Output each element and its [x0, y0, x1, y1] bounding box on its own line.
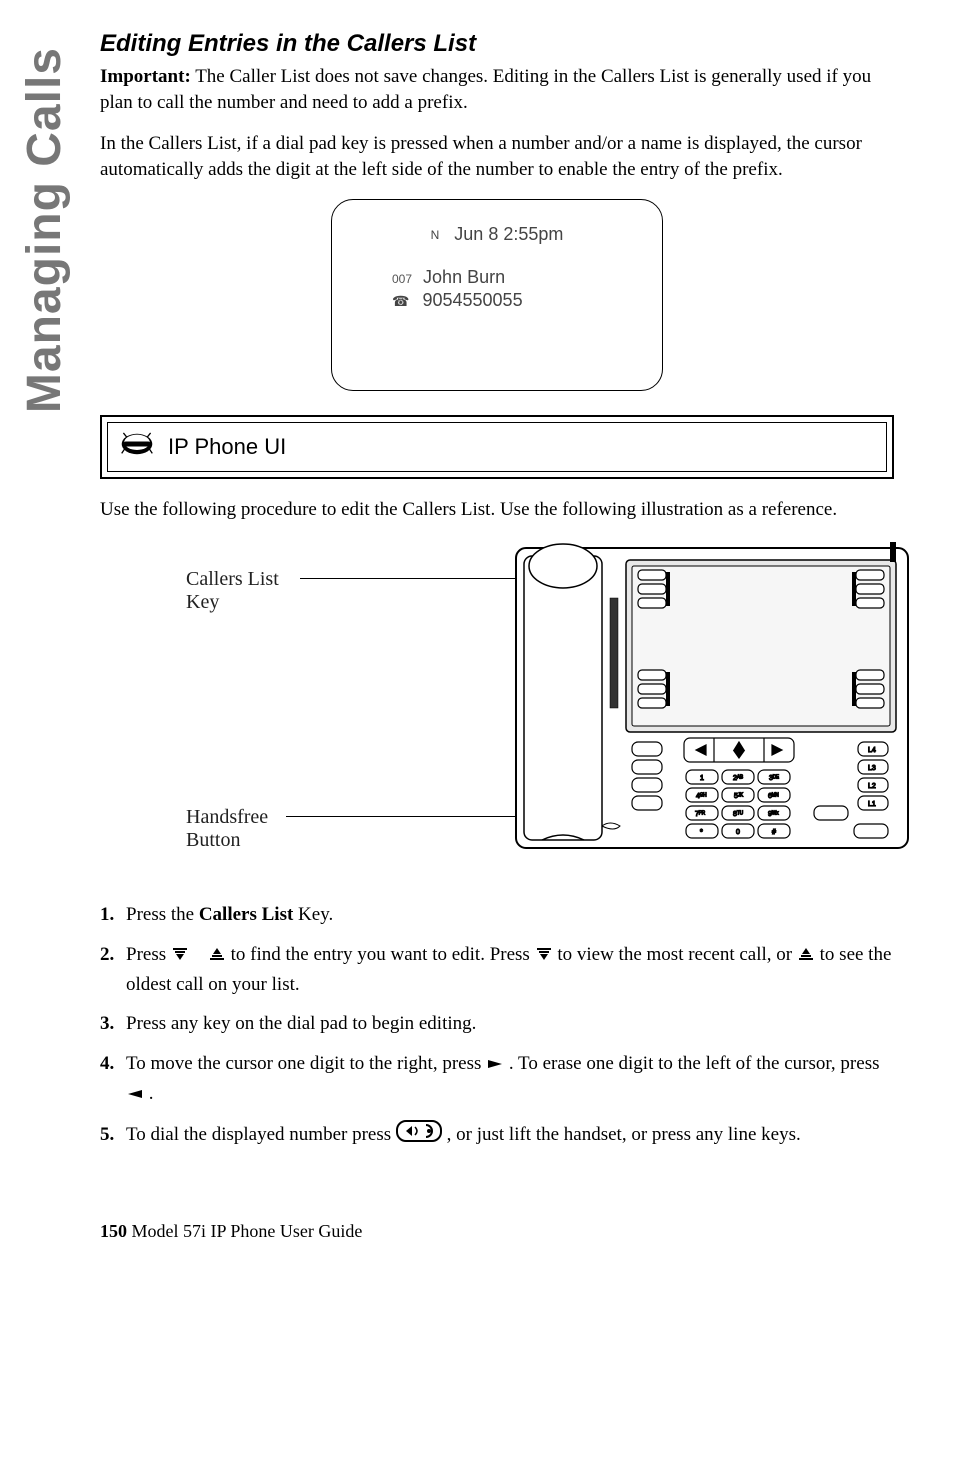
svg-text:L1: L1	[868, 801, 876, 808]
svg-text:5ᴶᴷ: 5ᴶᴷ	[734, 793, 743, 800]
arrow-down-icon	[171, 941, 189, 970]
speaker-button-icon	[396, 1120, 442, 1151]
entry-number: 9054550055	[422, 290, 522, 310]
step-2: Press to find the entry you want to edit…	[100, 940, 894, 1000]
step-3: Press any key on the dial pad to begin e…	[100, 1009, 894, 1038]
svg-text:L4: L4	[868, 747, 876, 754]
page-content: Editing Entries in the Callers List Impo…	[100, 0, 894, 1282]
ip-phone-ui-label: IP Phone UI	[168, 434, 286, 460]
ip-phone-ui-box: IP Phone UI	[100, 415, 894, 479]
page-footer: 150 Model 57i IP Phone User Guide	[100, 1221, 894, 1282]
svg-text:6ᴹᴺ: 6ᴹᴺ	[768, 793, 778, 800]
sidebar-tab: Managing Calls	[16, 20, 72, 440]
svg-text:0: 0	[736, 829, 740, 836]
arrow-right-icon	[486, 1050, 504, 1079]
svg-text:4ᴳᴴ: 4ᴳᴴ	[696, 793, 706, 800]
svg-text:9ᵂˣ: 9ᵂˣ	[768, 811, 779, 818]
svg-text:L3: L3	[868, 765, 876, 772]
step-5: To dial the displayed number press , or …	[100, 1120, 894, 1151]
svg-text:3ᴰᴱ: 3ᴰᴱ	[769, 775, 779, 782]
ip-phone-ui-inner: IP Phone UI	[107, 422, 887, 472]
arrow-left-icon	[126, 1080, 144, 1109]
step-4: To move the cursor one digit to the righ…	[100, 1049, 894, 1110]
svg-text:#: #	[772, 829, 776, 836]
callers-list-key-label: Callers List Key	[186, 568, 279, 614]
intro-paragraph: Important: The Caller List does not save…	[100, 64, 894, 115]
display-status-n: N	[431, 228, 440, 242]
page-number: 150	[100, 1221, 127, 1241]
arrow-up-icon	[208, 941, 226, 970]
intro-rest: The Caller List does not save changes. E…	[100, 66, 871, 113]
phone-display: N Jun 8 2:55pm 007 John Burn ☎ 905455005…	[331, 199, 663, 391]
svg-text:7ᴾᴿ: 7ᴾᴿ	[695, 811, 706, 818]
arrow-down-icon	[535, 941, 553, 970]
svg-text:1: 1	[700, 775, 704, 782]
handsfree-button-label: Handsfree Button	[186, 806, 268, 852]
arrow-up-icon	[797, 941, 815, 970]
intro-important-label: Important:	[100, 66, 191, 87]
entry-index: 007	[392, 272, 412, 286]
section-heading: Editing Entries in the Callers List	[100, 30, 894, 58]
phone-illustration-wrap: Callers List Key Handsfree Button	[100, 538, 894, 878]
steps-list: Press the Callers List Key. Press to fin…	[100, 900, 894, 1151]
entry-name: John Burn	[423, 267, 505, 287]
svg-text:*: *	[700, 829, 703, 836]
callers-list-bold: Callers List	[199, 904, 293, 925]
phone-icon: ☎	[392, 293, 409, 309]
phone-clip-icon	[120, 431, 154, 463]
display-entry: 007 John Burn ☎ 9054550055	[392, 266, 523, 313]
prefix-paragraph: In the Callers List, if a dial pad key i…	[100, 131, 894, 182]
footer-title: Model 57i IP Phone User Guide	[127, 1221, 362, 1241]
phone-device-drawing: 1 2ᴬᴮ 3ᴰᴱ 4ᴳᴴ 5ᴶᴷ 6ᴹᴺ 7ᴾᴿ 8ᵀᵁ 9ᵂˣ * 0 # …	[514, 538, 910, 858]
svg-text:2ᴬᴮ: 2ᴬᴮ	[733, 774, 743, 782]
sidebar-tab-label: Managing Calls	[17, 47, 72, 413]
svg-text:8ᵀᵁ: 8ᵀᵁ	[733, 811, 743, 818]
svg-text:L2: L2	[868, 783, 876, 790]
step-1: Press the Callers List Key.	[100, 900, 894, 929]
procedure-intro: Use the following procedure to edit the …	[100, 497, 894, 523]
display-datetime: N Jun 8 2:55pm	[332, 224, 662, 245]
display-datetime-text: Jun 8 2:55pm	[454, 224, 563, 244]
